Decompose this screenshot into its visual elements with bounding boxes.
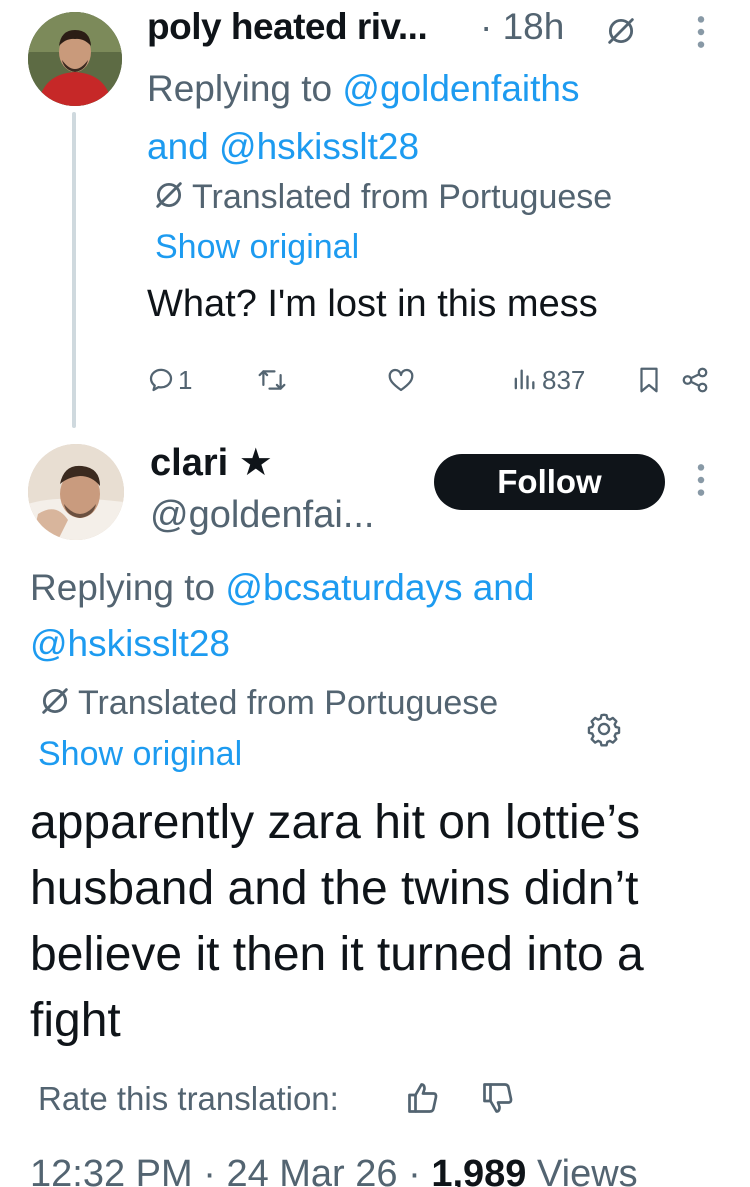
- thumbs-down-icon[interactable]: [480, 1080, 516, 1116]
- translated-label: Translated from Portuguese: [192, 178, 613, 216]
- author-name[interactable]: poly heated riv...: [147, 6, 428, 48]
- mention-link[interactable]: @hskisslt28: [219, 126, 419, 167]
- avatar-image: [28, 12, 122, 106]
- timestamp[interactable]: 18h: [503, 6, 565, 47]
- bookmark-icon: [640, 367, 658, 393]
- globe-slash-icon: [156, 182, 182, 208]
- heart-icon: [388, 368, 414, 392]
- show-original-link[interactable]: Show original: [38, 735, 242, 774]
- thumbs-up-icon[interactable]: [405, 1080, 441, 1116]
- mention-and[interactable]: and: [147, 126, 209, 167]
- more-vertical-icon[interactable]: [692, 14, 710, 50]
- mention-link[interactable]: @hskisslt28: [30, 623, 230, 664]
- replying-to-line: Replying to @goldenfaiths and @hskisslt2…: [147, 60, 707, 176]
- replying-to-line: Replying to @bcsaturdays and @hskisslt28: [30, 560, 720, 672]
- reply-button[interactable]: 1: [146, 360, 192, 400]
- replying-prefix: Replying to: [30, 567, 216, 608]
- separator-dot: ·: [480, 6, 493, 47]
- mention-link[interactable]: @bcsaturdays: [225, 567, 462, 608]
- translation-notice: Translated from Portuguese: [152, 178, 612, 217]
- post-date[interactable]: 24 Mar 26: [226, 1153, 397, 1187]
- like-button[interactable]: [386, 360, 416, 400]
- gear-icon[interactable]: [585, 710, 623, 748]
- separator-dot: ·: [408, 1153, 421, 1187]
- avatar[interactable]: [28, 12, 122, 106]
- replying-prefix: Replying to: [147, 68, 333, 109]
- retweet-icon: [258, 370, 286, 390]
- globe-slash-icon[interactable]: [604, 14, 638, 48]
- mention-link[interactable]: @goldenfaiths: [342, 68, 579, 109]
- more-vertical-icon[interactable]: [692, 462, 710, 498]
- tweet-text: apparently zara hit on lottie’s husband …: [30, 796, 644, 1047]
- share-icon: [682, 367, 708, 393]
- post-time[interactable]: 12:32 PM: [30, 1153, 193, 1187]
- follow-button[interactable]: Follow: [434, 454, 665, 510]
- avatar[interactable]: [28, 444, 124, 540]
- author-name[interactable]: clari ★: [150, 440, 273, 485]
- thread-connector-line: [72, 112, 76, 428]
- reply-count: 1: [178, 364, 193, 395]
- rate-translation-label: Rate this translation:: [38, 1080, 339, 1117]
- tweet-time[interactable]: · 18h: [480, 6, 564, 48]
- translated-label: Translated from Portuguese: [78, 684, 499, 722]
- retweet-button[interactable]: [256, 360, 288, 400]
- views-count: 837: [542, 364, 586, 395]
- tweet-footer-meta: 12:32 PM · 24 Mar 26 · 1,989 Views: [30, 1153, 638, 1187]
- views-label: Views: [536, 1153, 638, 1187]
- views-count: 1,989: [431, 1153, 527, 1187]
- bookmark-button[interactable]: [636, 360, 662, 400]
- translation-notice: Translated from Portuguese: [38, 684, 498, 723]
- mention-and[interactable]: and: [473, 567, 535, 608]
- reply-icon: [149, 368, 173, 392]
- author-handle[interactable]: @goldenfai...: [150, 494, 375, 537]
- avatar-image: [28, 444, 124, 540]
- share-button[interactable]: [680, 360, 710, 400]
- tweet-actions-bar: 1 837: [140, 360, 720, 400]
- globe-slash-icon: [42, 688, 68, 714]
- separator-dot: ·: [203, 1153, 216, 1187]
- views-bar-icon: [514, 369, 535, 390]
- show-original-link[interactable]: Show original: [155, 228, 359, 267]
- tweet-text: What? I'm lost in this mess: [147, 283, 598, 325]
- views-button[interactable]: 837: [510, 360, 585, 400]
